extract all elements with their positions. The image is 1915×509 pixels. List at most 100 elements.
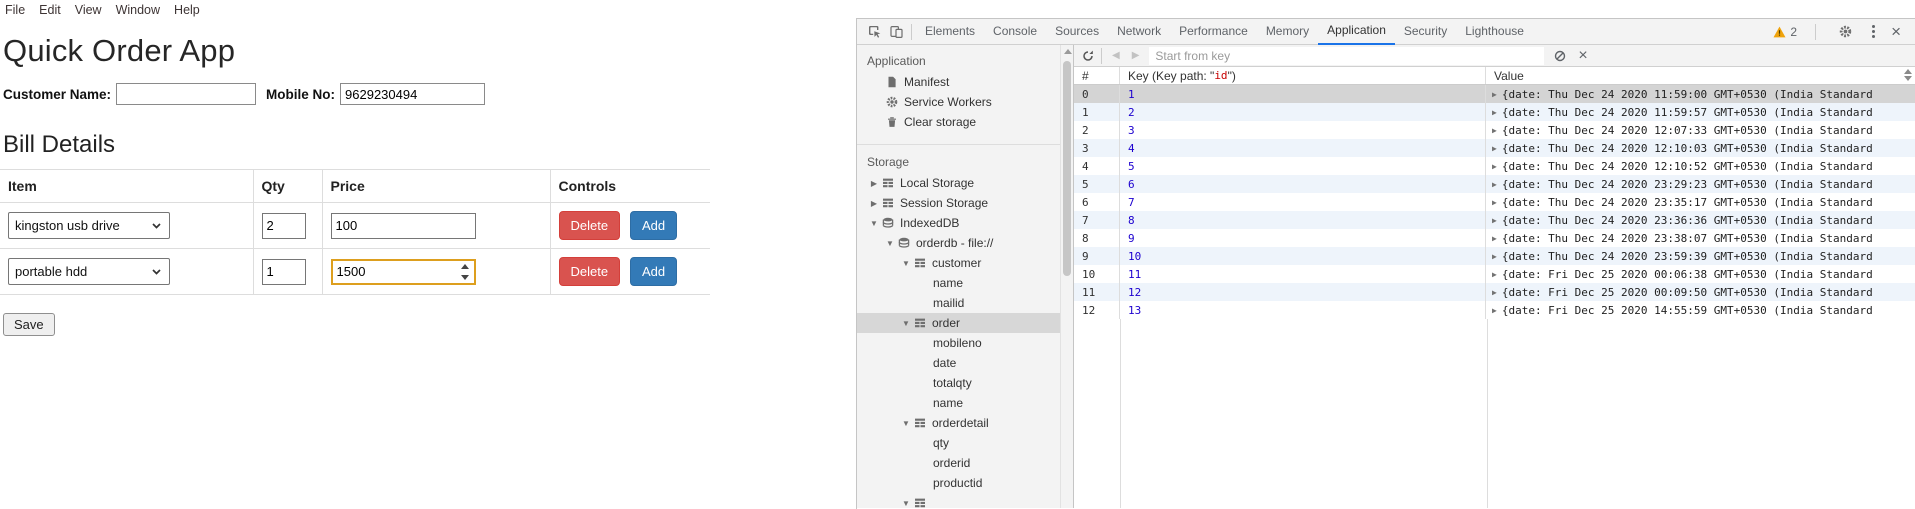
sidebar-item-partial[interactable]: ▼	[857, 493, 1073, 508]
sidebar-item-index-qty[interactable]: qty	[857, 433, 1073, 453]
close-icon[interactable]: ×	[1891, 23, 1901, 40]
expanded-arrow-icon[interactable]: ▼	[901, 259, 911, 268]
collapsed-arrow-icon[interactable]: ▶	[869, 179, 879, 188]
expand-triangle-icon[interactable]: ▶	[1492, 306, 1497, 315]
index-column-header[interactable]: #	[1074, 67, 1120, 84]
item-select[interactable]: portable hdd	[8, 258, 170, 285]
tab-sources[interactable]: Sources	[1046, 19, 1108, 45]
mobile-no-input[interactable]	[340, 83, 485, 105]
sidebar-item-index-mailid[interactable]: mailid	[857, 293, 1073, 313]
expanded-arrow-icon[interactable]: ▼	[901, 319, 911, 328]
kebab-menu-icon[interactable]	[1870, 23, 1877, 40]
sidebar-item-index-totalqty[interactable]: totalqty	[857, 373, 1073, 393]
delete-button[interactable]: Delete	[559, 257, 621, 286]
sidebar-item-manifest[interactable]: Manifest	[857, 72, 1073, 92]
table-row[interactable]: 0 1 ▶{date: Thu Dec 24 2020 11:59:00 GMT…	[1074, 85, 1915, 103]
block-circle-icon[interactable]	[1550, 47, 1570, 65]
table-row[interactable]: 3 4 ▶{date: Thu Dec 24 2020 12:10:03 GMT…	[1074, 139, 1915, 157]
sidebar-scrollbar[interactable]	[1060, 45, 1073, 508]
tab-security[interactable]: Security	[1395, 19, 1456, 45]
table-row[interactable]: 1 2 ▶{date: Thu Dec 24 2020 11:59:57 GMT…	[1074, 103, 1915, 121]
settings-gear-icon[interactable]	[1834, 21, 1856, 43]
sidebar-item-session-storage[interactable]: ▶ Session Storage	[857, 193, 1073, 213]
sidebar-item-index-name2[interactable]: name	[857, 393, 1073, 413]
table-row[interactable]: 10 11 ▶{date: Fri Dec 25 2020 00:06:38 G…	[1074, 265, 1915, 283]
price-input-focused[interactable]	[331, 259, 476, 285]
tab-lighthouse[interactable]: Lighthouse	[1456, 19, 1533, 45]
add-button[interactable]: Add	[630, 211, 677, 240]
tab-elements[interactable]: Elements	[916, 19, 984, 45]
expand-triangle-icon[interactable]: ▶	[1492, 288, 1497, 297]
sidebar-item-service-workers[interactable]: Service Workers	[857, 92, 1073, 112]
expanded-arrow-icon[interactable]: ▼	[901, 419, 911, 428]
price-input[interactable]	[331, 213, 476, 239]
item-select[interactable]: kingston usb drive	[8, 212, 170, 239]
delete-button[interactable]: Delete	[559, 211, 621, 240]
expand-triangle-icon[interactable]: ▶	[1492, 90, 1497, 99]
sidebar-item-local-storage[interactable]: ▶ Local Storage	[857, 173, 1073, 193]
scrollbar-arrows-icon[interactable]	[1904, 69, 1912, 81]
sidebar-item-index-orderid[interactable]: orderid	[857, 453, 1073, 473]
expanded-arrow-icon[interactable]: ▼	[869, 219, 879, 228]
sidebar-item-clear-storage[interactable]: Clear storage	[857, 112, 1073, 132]
tab-memory[interactable]: Memory	[1257, 19, 1318, 45]
value-column-header[interactable]: Value	[1486, 67, 1915, 84]
expand-triangle-icon[interactable]: ▶	[1492, 144, 1497, 153]
tab-performance[interactable]: Performance	[1170, 19, 1257, 45]
expand-triangle-icon[interactable]: ▶	[1492, 108, 1497, 117]
qty-input[interactable]	[262, 259, 306, 285]
expand-triangle-icon[interactable]: ▶	[1492, 162, 1497, 171]
menu-window[interactable]: Window	[116, 3, 160, 17]
key-column-header[interactable]: Key (Key path: "id")	[1120, 67, 1486, 84]
qty-input[interactable]	[262, 213, 306, 239]
sidebar-item-indexeddb[interactable]: ▼ IndexedDB	[857, 213, 1073, 233]
menu-edit[interactable]: Edit	[39, 3, 61, 17]
save-button[interactable]: Save	[3, 313, 55, 336]
add-button[interactable]: Add	[630, 257, 677, 286]
expand-triangle-icon[interactable]: ▶	[1492, 180, 1497, 189]
tab-console[interactable]: Console	[984, 19, 1046, 45]
tab-network[interactable]: Network	[1108, 19, 1170, 45]
table-row[interactable]: 9 10 ▶{date: Thu Dec 24 2020 23:59:39 GM…	[1074, 247, 1915, 265]
menu-file[interactable]: File	[5, 3, 25, 17]
table-row[interactable]: 6 7 ▶{date: Thu Dec 24 2020 23:35:17 GMT…	[1074, 193, 1915, 211]
number-spinner[interactable]	[460, 264, 471, 280]
sidebar-item-customer-store[interactable]: ▼ customer	[857, 253, 1073, 273]
menu-view[interactable]: View	[75, 3, 102, 17]
scroll-up-arrow-icon[interactable]	[1064, 49, 1072, 54]
warnings-badge[interactable]: 2	[1773, 25, 1797, 39]
expand-triangle-icon[interactable]: ▶	[1492, 234, 1497, 243]
sidebar-item-index-name[interactable]: name	[857, 273, 1073, 293]
table-row[interactable]: 2 3 ▶{date: Thu Dec 24 2020 12:07:33 GMT…	[1074, 121, 1915, 139]
page-forward-icon[interactable]: ▶	[1126, 50, 1146, 61]
expand-triangle-icon[interactable]: ▶	[1492, 216, 1497, 225]
start-from-key-input[interactable]	[1149, 47, 1544, 65]
table-row[interactable]: 12 13 ▶{date: Fri Dec 25 2020 14:55:59 G…	[1074, 301, 1915, 319]
customer-name-input[interactable]	[116, 83, 256, 105]
refresh-icon[interactable]	[1079, 47, 1097, 65]
table-row[interactable]: 11 12 ▶{date: Fri Dec 25 2020 00:09:50 G…	[1074, 283, 1915, 301]
sidebar-item-index-date[interactable]: date	[857, 353, 1073, 373]
page-back-icon[interactable]: ◀	[1106, 50, 1126, 61]
inspect-element-icon[interactable]	[863, 21, 885, 43]
expand-triangle-icon[interactable]: ▶	[1492, 198, 1497, 207]
scrollbar-thumb[interactable]	[1063, 61, 1071, 276]
sidebar-item-index-productid[interactable]: productid	[857, 473, 1073, 493]
sidebar-item-orderdetail-store[interactable]: ▼ orderdetail	[857, 413, 1073, 433]
device-toolbar-icon[interactable]	[885, 21, 907, 43]
sidebar-item-orderdb[interactable]: ▼ orderdb - file://	[857, 233, 1073, 253]
sidebar-item-order-store[interactable]: ▼ order	[857, 313, 1073, 333]
table-row[interactable]: 4 5 ▶{date: Thu Dec 24 2020 12:10:52 GMT…	[1074, 157, 1915, 175]
table-row[interactable]: 5 6 ▶{date: Thu Dec 24 2020 23:29:23 GMT…	[1074, 175, 1915, 193]
collapsed-arrow-icon[interactable]: ▶	[869, 199, 879, 208]
table-row[interactable]: 8 9 ▶{date: Thu Dec 24 2020 23:38:07 GMT…	[1074, 229, 1915, 247]
table-row[interactable]: 7 8 ▶{date: Thu Dec 24 2020 23:36:36 GMT…	[1074, 211, 1915, 229]
expand-triangle-icon[interactable]: ▶	[1492, 126, 1497, 135]
expand-triangle-icon[interactable]: ▶	[1492, 270, 1497, 279]
tab-application[interactable]: Application	[1318, 19, 1395, 45]
menu-help[interactable]: Help	[174, 3, 200, 17]
expanded-arrow-icon[interactable]: ▼	[885, 239, 895, 248]
clear-x-icon[interactable]: ×	[1578, 48, 1587, 64]
sidebar-item-index-mobileno[interactable]: mobileno	[857, 333, 1073, 353]
expand-triangle-icon[interactable]: ▶	[1492, 252, 1497, 261]
